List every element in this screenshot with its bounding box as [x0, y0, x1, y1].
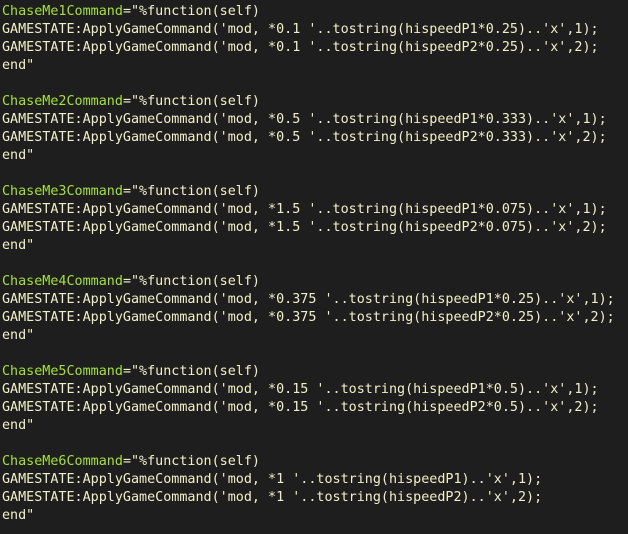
- command-name: ChaseMe4Command: [2, 274, 123, 289]
- code-line[interactable]: ChaseMe6Command="%function(self): [2, 453, 628, 471]
- function-header: ="%function(self): [122, 4, 260, 19]
- code-block-chaseme5: ChaseMe5Command="%function(self) GAMESTA…: [2, 363, 628, 453]
- code-line[interactable]: GAMESTATE:ApplyGameCommand('mod, *1.5 '.…: [2, 201, 628, 219]
- code-line[interactable]: GAMESTATE:ApplyGameCommand('mod, *0.375 …: [2, 291, 628, 309]
- code-line[interactable]: end": [2, 417, 628, 435]
- code-line[interactable]: GAMESTATE:ApplyGameCommand('mod, *0.5 '.…: [2, 129, 628, 147]
- code-line[interactable]: end": [2, 327, 628, 345]
- code-line[interactable]: end": [2, 507, 628, 525]
- function-header: ="%function(self): [122, 364, 260, 379]
- code-line[interactable]: end": [2, 147, 628, 165]
- code-line[interactable]: end": [2, 237, 628, 255]
- blank-line[interactable]: [2, 255, 628, 273]
- blank-line[interactable]: [2, 435, 628, 453]
- code-line[interactable]: GAMESTATE:ApplyGameCommand('mod, *0.15 '…: [2, 399, 628, 417]
- command-name: ChaseMe1Command: [2, 4, 123, 19]
- blank-line[interactable]: [2, 75, 628, 93]
- code-block-chaseme4: ChaseMe4Command="%function(self) GAMESTA…: [2, 273, 628, 363]
- blank-line[interactable]: [2, 165, 628, 183]
- code-line[interactable]: ChaseMe1Command="%function(self): [2, 3, 628, 21]
- blank-line[interactable]: [2, 345, 628, 363]
- code-block-chaseme1: ChaseMe1Command="%function(self) GAMESTA…: [2, 3, 628, 93]
- code-block-chaseme6: ChaseMe6Command="%function(self) GAMESTA…: [2, 453, 628, 525]
- command-name: ChaseMe5Command: [2, 364, 123, 379]
- code-editor[interactable]: ChaseMe1Command="%function(self) GAMESTA…: [0, 0, 628, 534]
- code-line[interactable]: ChaseMe5Command="%function(self): [2, 363, 628, 381]
- code-line[interactable]: end": [2, 57, 628, 75]
- command-name: ChaseMe2Command: [2, 94, 123, 109]
- function-header: ="%function(self): [122, 274, 260, 289]
- code-line[interactable]: GAMESTATE:ApplyGameCommand('mod, *0.15 '…: [2, 381, 628, 399]
- code-line[interactable]: GAMESTATE:ApplyGameCommand('mod, *0.1 '.…: [2, 39, 628, 57]
- code-line[interactable]: ChaseMe2Command="%function(self): [2, 93, 628, 111]
- code-line[interactable]: ChaseMe3Command="%function(self): [2, 183, 628, 201]
- function-header: ="%function(self): [122, 454, 260, 469]
- code-line[interactable]: GAMESTATE:ApplyGameCommand('mod, *1.5 '.…: [2, 219, 628, 237]
- command-name: ChaseMe6Command: [2, 454, 123, 469]
- function-header: ="%function(self): [122, 184, 260, 199]
- code-line[interactable]: ChaseMe4Command="%function(self): [2, 273, 628, 291]
- function-header: ="%function(self): [122, 94, 260, 109]
- code-block-chaseme3: ChaseMe3Command="%function(self) GAMESTA…: [2, 183, 628, 273]
- command-name: ChaseMe3Command: [2, 184, 123, 199]
- code-line[interactable]: GAMESTATE:ApplyGameCommand('mod, *0.1 '.…: [2, 21, 628, 39]
- code-block-chaseme2: ChaseMe2Command="%function(self) GAMESTA…: [2, 93, 628, 183]
- code-line[interactable]: GAMESTATE:ApplyGameCommand('mod, *0.375 …: [2, 309, 628, 327]
- code-line[interactable]: GAMESTATE:ApplyGameCommand('mod, *1 '..t…: [2, 471, 628, 489]
- code-line[interactable]: GAMESTATE:ApplyGameCommand('mod, *1 '..t…: [2, 489, 628, 507]
- code-line[interactable]: GAMESTATE:ApplyGameCommand('mod, *0.5 '.…: [2, 111, 628, 129]
